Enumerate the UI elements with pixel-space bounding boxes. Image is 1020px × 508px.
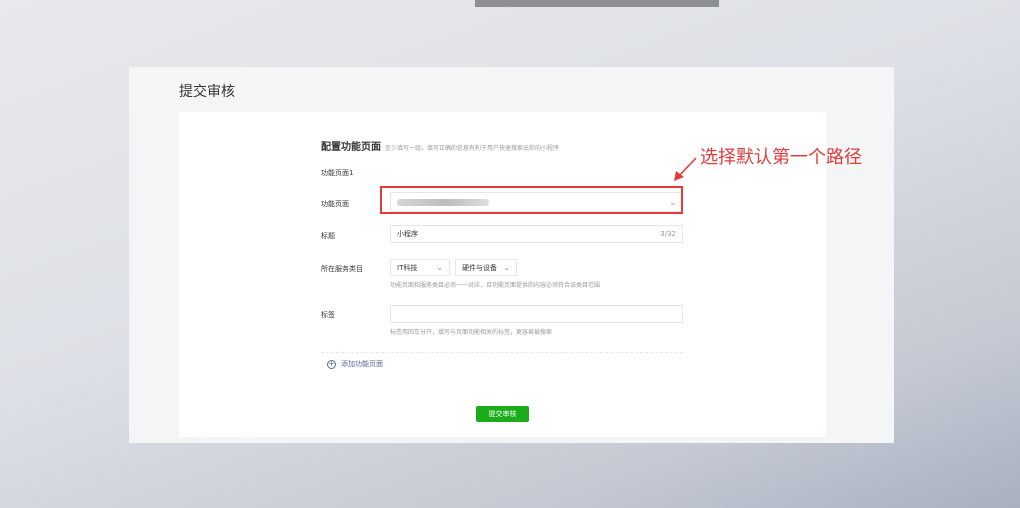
chevron-down-icon: ⌄ bbox=[436, 263, 443, 272]
section-title: 配置功能页面 至少填写一组，填写正确的信息有利于用户快速搜索出你的小程序 bbox=[321, 138, 559, 153]
title-input[interactable]: 小程序 3/32 bbox=[390, 225, 683, 243]
category-primary-value: IT科技 bbox=[397, 263, 418, 272]
title-input-value: 小程序 bbox=[397, 230, 418, 238]
page-label: 功能页面 bbox=[321, 200, 349, 208]
category-secondary-select[interactable]: 硬件与设备 ⌄ bbox=[455, 259, 517, 276]
tag-hint: 标签用回车分开，填写与页面功能相关的标签，更容易被搜索 bbox=[390, 329, 553, 336]
submit-review-panel: 提交审核 配置功能页面 至少填写一组，填写正确的信息有利于用户快速搜索出你的小程序… bbox=[129, 67, 894, 443]
title-label: 标题 bbox=[321, 232, 335, 240]
annotation-highlight-box bbox=[380, 186, 683, 214]
page-title: 提交审核 bbox=[179, 84, 235, 100]
category-label: 所在服务类目 bbox=[321, 265, 363, 273]
tag-label: 标签 bbox=[321, 311, 335, 319]
submit-review-button[interactable]: 提交审核 bbox=[476, 406, 529, 422]
add-page-link[interactable]: + 添加功能页面 bbox=[327, 359, 383, 369]
annotation-arrow-icon bbox=[674, 157, 697, 181]
section-title-text: 配置功能页面 bbox=[321, 142, 381, 153]
section-hint: 至少填写一组，填写正确的信息有利于用户快速搜索出你的小程序 bbox=[385, 145, 560, 152]
group-label: 功能页面1 bbox=[321, 169, 354, 177]
category-primary-select[interactable]: IT科技 ⌄ bbox=[390, 259, 450, 276]
plus-circle-icon: + bbox=[327, 359, 336, 369]
divider bbox=[321, 352, 683, 353]
category-hint: 功能页面和服务类目必须一一对应，且功能页面提供的内容必须符合该类目范围 bbox=[390, 282, 601, 289]
add-page-label: 添加功能页面 bbox=[341, 360, 383, 368]
category-secondary-value: 硬件与设备 bbox=[462, 263, 497, 272]
chevron-down-icon: ⌄ bbox=[503, 263, 510, 272]
title-char-count: 3/32 bbox=[660, 230, 676, 238]
tag-input[interactable] bbox=[390, 305, 683, 323]
top-bar bbox=[475, 0, 719, 7]
annotation-text: 选择默认第一个路径 bbox=[700, 147, 862, 168]
